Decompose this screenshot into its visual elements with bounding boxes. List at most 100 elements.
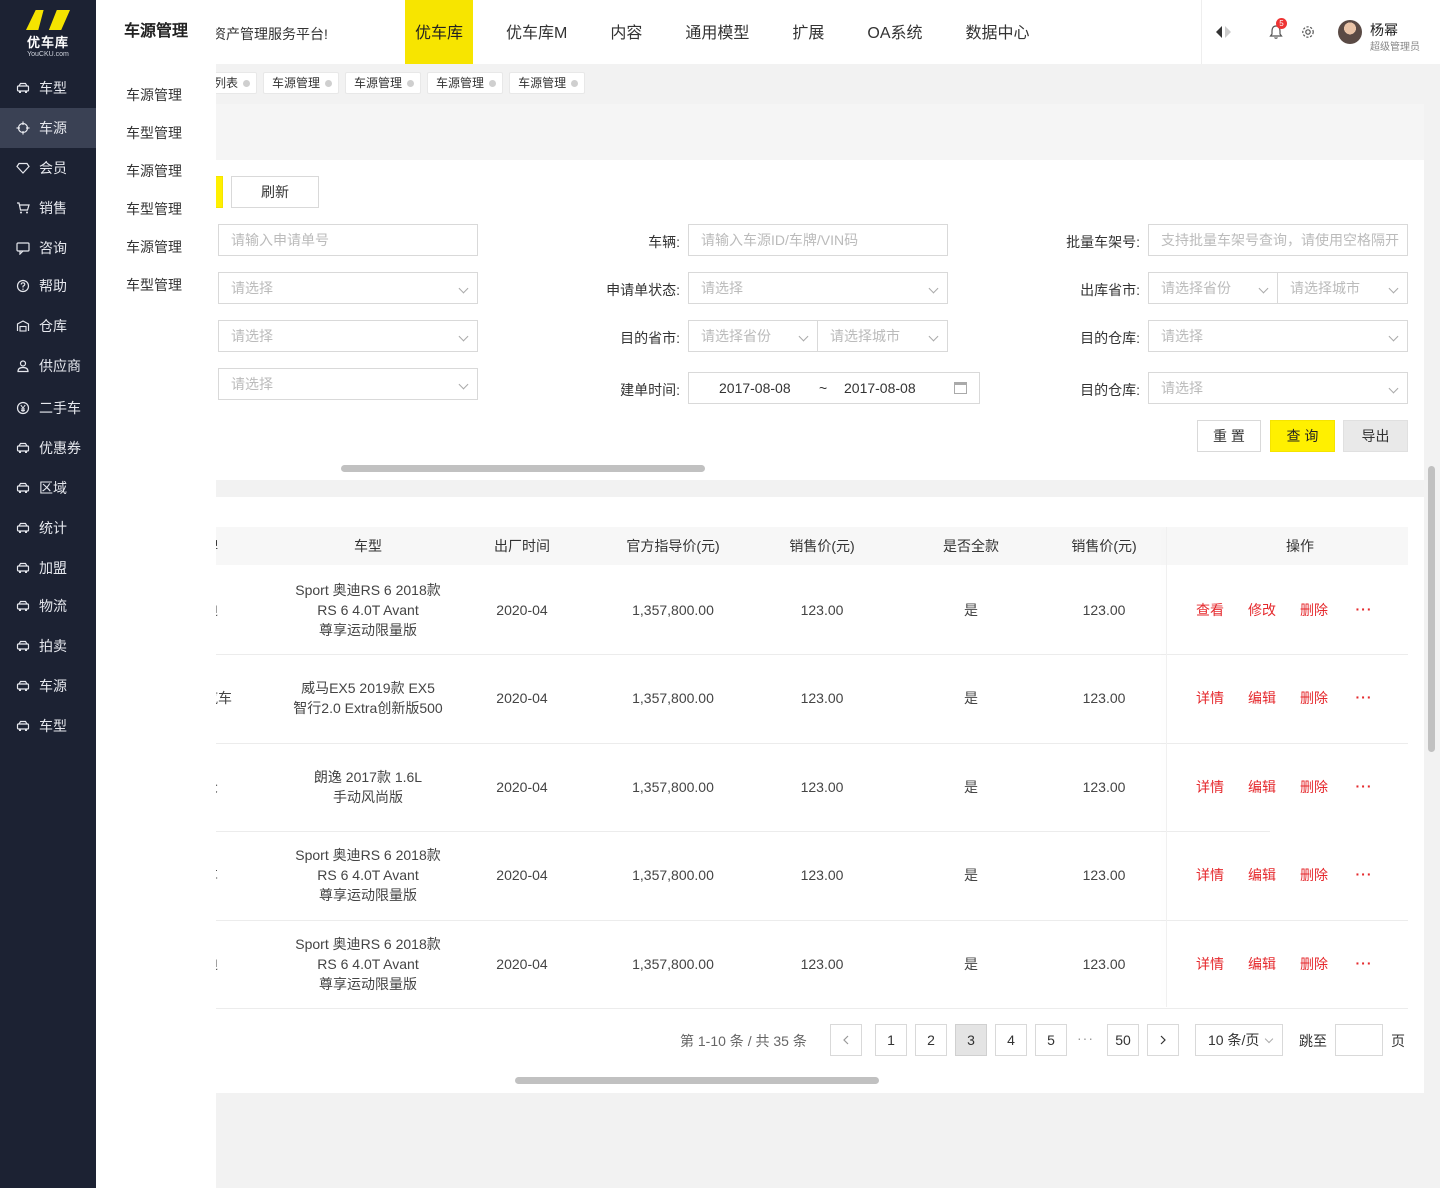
sub-menu-item[interactable]: 车源管理 xyxy=(96,228,216,266)
top-nav-item[interactable]: 内容 xyxy=(600,0,652,64)
sidebar-item-2[interactable]: 会员 xyxy=(0,148,96,188)
dest-warehouse2-select[interactable]: 请选择 xyxy=(1148,372,1408,404)
page-last[interactable]: 50 xyxy=(1107,1024,1139,1056)
sidebar-item-14[interactable]: 拍卖 xyxy=(0,626,96,666)
close-icon[interactable] xyxy=(489,79,497,87)
row-action-link[interactable]: 编辑 xyxy=(1248,954,1276,974)
page-tab[interactable]: 车源管理 xyxy=(509,72,586,94)
page-tab[interactable]: 车源管理 xyxy=(263,72,340,94)
status-select[interactable]: 请选择 xyxy=(688,272,948,304)
page-number[interactable]: 4 xyxy=(995,1024,1027,1056)
row-action-link[interactable]: 删除 xyxy=(1300,688,1328,708)
add-button[interactable] xyxy=(216,176,223,208)
page-number[interactable]: 2 xyxy=(915,1024,947,1056)
sidebar-item-0[interactable]: 车型 xyxy=(0,68,96,108)
row-action-link[interactable]: 删除 xyxy=(1300,865,1328,885)
sidebar-item-15[interactable]: 车源 xyxy=(0,666,96,706)
page-tab[interactable]: 车源管理 xyxy=(427,72,504,94)
top-nav-item[interactable]: 通用模型 xyxy=(675,0,759,64)
sidebar-item-16[interactable]: 车型 xyxy=(0,706,96,746)
sidebar-item-12[interactable]: 加盟 xyxy=(0,548,96,588)
gear-icon[interactable] xyxy=(1300,24,1316,40)
top-nav-item[interactable]: 优车库 xyxy=(405,0,474,64)
close-icon[interactable] xyxy=(325,79,333,87)
close-icon[interactable] xyxy=(243,79,251,87)
row-action-link[interactable]: 编辑 xyxy=(1248,688,1276,708)
row-action-link[interactable]: 编辑 xyxy=(1248,777,1276,797)
welcome-text: 资产管理服务平台! xyxy=(212,26,328,42)
vehicle-input[interactable]: 请输入车源ID/车牌/VIN码 xyxy=(688,224,948,256)
row-action-link[interactable]: 删除 xyxy=(1300,600,1328,620)
sidebar-item-1[interactable]: 车源 xyxy=(0,108,96,148)
sidebar-item-4[interactable]: 咨询 xyxy=(0,228,96,268)
sidebar-item-6[interactable]: 仓库 xyxy=(0,306,96,346)
sub-menu-item[interactable]: 车型管理 xyxy=(96,114,216,152)
sub-menu-item[interactable]: 车型管理 xyxy=(96,266,216,304)
filter-select-3[interactable]: 请选择 xyxy=(218,368,478,400)
sidebar-item-10[interactable]: 区域 xyxy=(0,468,96,508)
more-actions-icon[interactable]: ··· xyxy=(1356,866,1373,882)
page-size-select[interactable]: 10 条/页 xyxy=(1195,1024,1283,1056)
filter-scrollbar[interactable] xyxy=(341,465,705,472)
bell-icon[interactable]: 5 xyxy=(1268,18,1287,40)
sidebar-item-8[interactable]: 二手车 xyxy=(0,388,96,428)
avatar[interactable] xyxy=(1338,20,1362,44)
more-actions-icon[interactable]: ··· xyxy=(1356,778,1373,794)
dest-warehouse-select[interactable]: 请选择 xyxy=(1148,320,1408,352)
batch-vin-input[interactable]: 支持批量车架号查询，请使用空格隔开 xyxy=(1148,224,1408,256)
close-icon[interactable] xyxy=(407,79,415,87)
top-nav-item[interactable]: 数据中心 xyxy=(956,0,1040,64)
sidebar-item-3[interactable]: 销售 xyxy=(0,188,96,228)
dest-province-select[interactable]: 请选择省份 xyxy=(688,320,818,352)
sub-menu-item[interactable]: 车型管理 xyxy=(96,190,216,228)
close-icon[interactable] xyxy=(571,79,579,87)
sidebar-item-5[interactable]: 帮助 xyxy=(0,266,96,306)
row-action-link[interactable]: 修改 xyxy=(1248,600,1276,620)
table-scrollbar[interactable] xyxy=(515,1077,879,1084)
row-action-link[interactable]: 删除 xyxy=(1300,777,1328,797)
filter-select-1[interactable]: 请选择 xyxy=(218,272,478,304)
user-name[interactable]: 杨幂 xyxy=(1370,20,1398,40)
column-header: 车型 xyxy=(354,538,382,554)
row-action-link[interactable]: 详情 xyxy=(1196,865,1224,885)
row-action-link[interactable]: 详情 xyxy=(1196,688,1224,708)
dest-city-select[interactable]: 请选择城市 xyxy=(817,320,948,352)
prev-page-button[interactable] xyxy=(830,1024,862,1056)
export-button[interactable]: 导出 xyxy=(1343,420,1408,452)
sub-menu-item[interactable]: 车源管理 xyxy=(96,76,216,114)
row-action-link[interactable]: 详情 xyxy=(1196,777,1224,797)
next-page-button[interactable] xyxy=(1147,1024,1179,1056)
collapse-arrows-icon[interactable] xyxy=(1214,24,1231,40)
sub-menu-item[interactable]: 车源管理 xyxy=(96,152,216,190)
apply-no-input[interactable]: 请输入申请单号 xyxy=(218,224,478,256)
pagination-ellipsis[interactable]: ··· xyxy=(1077,1030,1094,1046)
row-action-link[interactable]: 查看 xyxy=(1196,600,1224,620)
sidebar-item-7[interactable]: 供应商 xyxy=(0,346,96,386)
page-vertical-scrollbar[interactable] xyxy=(1428,466,1435,752)
jump-page-input[interactable] xyxy=(1335,1024,1383,1056)
refresh-button[interactable]: 刷新 xyxy=(231,176,319,208)
more-actions-icon[interactable]: ··· xyxy=(1356,689,1373,705)
more-actions-icon[interactable]: ··· xyxy=(1356,601,1373,617)
out-province-select[interactable]: 请选择省份 xyxy=(1148,272,1278,304)
out-city-select[interactable]: 请选择城市 xyxy=(1277,272,1408,304)
page-number[interactable]: 5 xyxy=(1035,1024,1067,1056)
row-action-link[interactable]: 删除 xyxy=(1300,954,1328,974)
logo[interactable]: 优车库 YouCKU.com xyxy=(0,0,96,68)
sidebar-item-9[interactable]: 优惠券 xyxy=(0,428,96,468)
page-number[interactable]: 3 xyxy=(955,1024,987,1056)
page-tab[interactable]: 车源管理 xyxy=(345,72,422,94)
date-range-picker[interactable]: 2017-08-08 ~ 2017-08-08 xyxy=(688,372,980,404)
row-action-link[interactable]: 详情 xyxy=(1196,954,1224,974)
sidebar-item-11[interactable]: 统计 xyxy=(0,508,96,548)
more-actions-icon[interactable]: ··· xyxy=(1356,955,1373,971)
query-button[interactable]: 查 询 xyxy=(1270,420,1335,452)
filter-select-2[interactable]: 请选择 xyxy=(218,320,478,352)
top-nav-item[interactable]: OA系统 xyxy=(857,0,932,64)
sidebar-item-13[interactable]: 物流 xyxy=(0,586,96,626)
top-nav-item[interactable]: 扩展 xyxy=(782,0,834,64)
top-nav-item[interactable]: 优车库M xyxy=(496,0,577,64)
reset-button[interactable]: 重 置 xyxy=(1197,420,1261,452)
page-number[interactable]: 1 xyxy=(875,1024,907,1056)
row-action-link[interactable]: 编辑 xyxy=(1248,865,1276,885)
